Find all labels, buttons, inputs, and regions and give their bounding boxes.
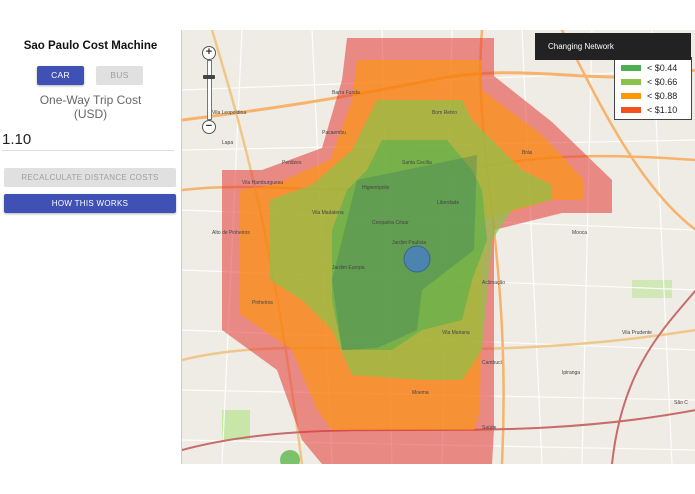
zoom-slider-track[interactable]	[207, 60, 212, 120]
map-label: Vila Leopoldina	[212, 110, 247, 116]
cost-legend: < $0.44 < $0.66 < $0.88 < $1.10	[614, 57, 692, 120]
legend-label: < $1.10	[647, 105, 678, 115]
map-label: São C	[674, 400, 688, 406]
map-label: Jardim Europa	[332, 265, 365, 271]
how-this-works-button[interactable]: HOW THIS WORKS	[4, 194, 176, 213]
map-label: Bom Retiro	[432, 110, 458, 116]
legend-row: < $0.66	[621, 75, 685, 89]
legend-label: < $0.88	[647, 91, 678, 101]
legend-row: < $1.10	[621, 103, 685, 117]
legend-swatch	[621, 65, 641, 71]
map-label: Higienópolis	[362, 185, 390, 191]
car-mode-button[interactable]: CAR	[37, 66, 84, 85]
zoom-out-button[interactable]: −	[202, 120, 216, 134]
map-label: Liberdade	[437, 200, 460, 206]
map-label: Barra Funda	[332, 90, 360, 96]
map-label: Brás	[522, 150, 533, 156]
zoom-in-button[interactable]: +	[202, 46, 216, 60]
map-label: Lapa	[222, 140, 234, 146]
status-toast: Changing Network	[535, 33, 691, 60]
map-label: Vila Hamburguesa	[242, 180, 284, 186]
map-label: Pinheiros	[252, 300, 273, 306]
map-label: Cerqueira César	[372, 220, 409, 226]
map-label: Vila Mariana	[442, 330, 470, 336]
app-title: Sao Paulo Cost Machine	[23, 40, 158, 52]
legend-swatch	[621, 107, 641, 113]
map-label: Ipiranga	[562, 370, 581, 376]
map-label: Aclimação	[482, 280, 506, 286]
map-label: Vila Madalena	[312, 210, 344, 216]
legend-label: < $0.44	[647, 63, 678, 73]
legend-swatch	[621, 93, 641, 99]
bus-mode-button[interactable]: BUS	[96, 66, 143, 85]
map-label: Saúde	[482, 425, 497, 431]
map-label: Mooca	[572, 230, 588, 236]
map-label: Pacaembu	[322, 130, 346, 136]
zoom-slider-handle[interactable]	[203, 75, 215, 79]
trip-cost-label: One-Way Trip Cost (USD)	[0, 93, 181, 121]
map-label: Perdizes	[282, 160, 302, 166]
origin-marker	[403, 245, 431, 273]
legend-swatch	[621, 79, 641, 85]
sidebar: Sao Paulo Cost Machine CAR BUS One-Way T…	[0, 0, 181, 494]
trip-cost-label-line1: One-Way Trip Cost	[39, 93, 142, 107]
trip-cost-label-line2: (USD)	[73, 107, 108, 121]
map-label: Jardim Paulista	[392, 240, 427, 246]
map[interactable]: Santa Cecília Higienópolis Pacaembu Vila…	[181, 30, 695, 464]
recalculate-distance-costs-button[interactable]: RECALCULATE DISTANCE COSTS	[4, 168, 176, 187]
map-label: Alto de Pinheiros	[212, 230, 250, 236]
legend-row: < $0.44	[621, 61, 685, 75]
legend-label: < $0.66	[647, 77, 678, 87]
map-label: Cambuci	[482, 360, 502, 366]
trip-cost-input[interactable]	[2, 128, 174, 151]
map-label: Vila Prudente	[622, 330, 652, 336]
legend-row: < $0.88	[621, 89, 685, 103]
map-label: Moema	[412, 390, 429, 396]
map-label: Santa Cecília	[402, 160, 432, 166]
